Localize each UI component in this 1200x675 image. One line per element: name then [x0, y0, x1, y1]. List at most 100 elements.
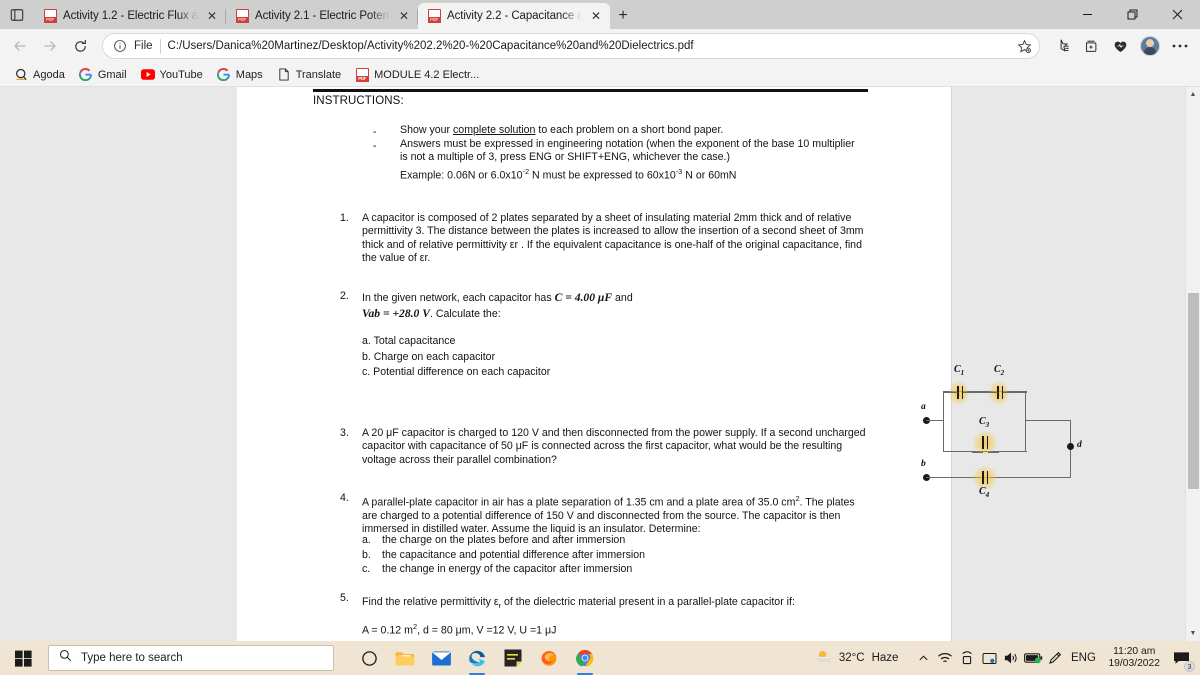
wifi-icon[interactable]: [934, 645, 956, 671]
language-indicator[interactable]: ENG: [1066, 645, 1100, 671]
nearby-share-icon[interactable]: [956, 645, 978, 671]
header-rule: [313, 88, 868, 92]
terminal-label-b: b: [921, 459, 926, 469]
tab-title: Activity 1.2 - Electric Flux and Ga: [63, 10, 198, 22]
bookmark-youtube[interactable]: YouTube: [135, 66, 209, 84]
favorites-icon[interactable]: [1048, 32, 1076, 60]
collections-icon[interactable]: [1077, 32, 1105, 60]
browser-window: Activity 1.2 - Electric Flux and Ga ✕ Ac…: [0, 0, 1200, 641]
node-d: [1067, 443, 1074, 450]
problem-4-number: 4.: [340, 492, 349, 504]
avatar[interactable]: [1140, 36, 1160, 56]
vertical-scrollbar[interactable]: ▲ ▼: [1185, 87, 1200, 641]
translate-icon: [277, 68, 291, 82]
c3-plate-left: [982, 436, 984, 449]
capacitance-value: C = 4.00 μF: [554, 291, 613, 304]
terminal-label-a: a: [921, 402, 926, 412]
bookmark-translate[interactable]: Translate: [271, 66, 347, 84]
gmail-icon: [79, 68, 93, 82]
reload-icon[interactable]: [66, 32, 94, 60]
system-tray: 32°C Haze ENG 11:20 am 19/03/2022 3: [815, 645, 1200, 672]
bookmark-module-4-2[interactable]: MODULE 4.2 Electr...: [349, 66, 485, 84]
omnibox-divider: [159, 38, 161, 54]
cortana-icon[interactable]: [356, 645, 382, 671]
c4-plate-left: [982, 471, 984, 484]
firefox-icon[interactable]: [536, 645, 562, 671]
c3-lead-right: [988, 451, 999, 453]
bullet-marker: -: [373, 140, 377, 152]
bookmark-agoda[interactable]: Agoda: [8, 66, 71, 84]
bookmark-label: YouTube: [159, 68, 203, 81]
browser-tab-3-active[interactable]: Activity 2.2 - Capacitance and Di ✕: [418, 3, 610, 29]
capacitor-label-c4: C4: [979, 486, 990, 499]
minimize-button[interactable]: [1065, 0, 1110, 29]
battery-icon[interactable]: [1022, 645, 1044, 671]
c3-lead-left: [972, 451, 983, 453]
show-hidden-icons-chevron-up-icon[interactable]: [912, 645, 934, 671]
browser-tab-1[interactable]: Activity 1.2 - Electric Flux and Ga ✕: [34, 3, 226, 29]
problem-1-text: A capacitor is composed of 2 plates sepa…: [362, 212, 864, 265]
pdf-icon: [355, 67, 369, 82]
chrome-icon[interactable]: [572, 645, 598, 675]
volume-icon[interactable]: [1000, 645, 1022, 671]
new-tab-button[interactable]: +: [610, 3, 636, 29]
back-icon[interactable]: [6, 32, 34, 60]
tab-search-icon[interactable]: [0, 0, 34, 29]
browser-tab-2[interactable]: Activity 2.1 - Electric Potential.pd ✕: [226, 3, 418, 29]
weather-icon: [815, 649, 832, 667]
weather-condition: Haze: [871, 652, 899, 664]
pdf-icon: [427, 9, 441, 23]
problem-1-number: 1.: [340, 212, 349, 224]
bookmarks-bar: Agoda Gmail YouTube Maps Translate PDF M…: [0, 63, 1200, 87]
instructions-heading: INSTRUCTIONS:: [313, 95, 404, 107]
taskbar-clock[interactable]: 11:20 am 19/03/2022: [1100, 646, 1168, 671]
browser-essentials-icon[interactable]: [1106, 32, 1134, 60]
start-button[interactable]: [0, 641, 46, 675]
info-circle-icon: [113, 39, 127, 53]
pdf-page-content: INSTRUCTIONS: - Show your complete solut…: [237, 87, 1082, 641]
maps-icon: [217, 68, 231, 82]
voltage-value: Vab = +28.0 V: [362, 307, 430, 320]
add-favorite-icon[interactable]: [1013, 35, 1035, 57]
close-icon[interactable]: ✕: [588, 8, 604, 24]
terminal-label-d: d: [1077, 440, 1082, 450]
edge-icon[interactable]: [464, 645, 490, 675]
notification-center-icon[interactable]: 3: [1168, 645, 1195, 672]
address-bar[interactable]: File C:/Users/Danica%20Martinez/Desktop/…: [102, 33, 1040, 59]
address-bar-url: C:/Users/Danica%20Martinez/Desktop/Activ…: [167, 40, 694, 52]
scroll-down-arrow[interactable]: ▼: [1186, 626, 1200, 641]
more-options-icon[interactable]: [1166, 32, 1194, 60]
close-button[interactable]: [1155, 0, 1200, 29]
youtube-icon: [140, 68, 155, 82]
bullet-marker: -: [373, 126, 377, 138]
capacitor-label-c2: C2: [994, 364, 1005, 377]
wire-a-lead: [926, 420, 944, 422]
forward-icon[interactable]: [36, 32, 64, 60]
mail-icon[interactable]: [428, 645, 454, 671]
scrollbar-thumb[interactable]: [1188, 293, 1199, 489]
maximize-restore-button[interactable]: [1110, 0, 1155, 29]
complete-solution-underline: complete solution: [453, 124, 536, 136]
c3-plate-right: [986, 436, 989, 449]
problem-3-text: A 20 μF capacitor is charged to 120 V an…: [362, 427, 866, 466]
onedrive-sync-icon[interactable]: [978, 645, 1000, 671]
clock-date: 19/03/2022: [1108, 658, 1160, 669]
pdf-icon: [235, 9, 249, 23]
bookmark-gmail[interactable]: Gmail: [73, 66, 133, 84]
problem-2-intro: In the given network, each capacitor has…: [362, 291, 633, 320]
close-icon[interactable]: ✕: [396, 8, 412, 24]
sticky-notes-icon[interactable]: [500, 645, 526, 671]
search-input[interactable]: Type here to search: [48, 645, 334, 671]
pen-icon[interactable]: [1044, 645, 1066, 671]
problem-2-sublist: a. Total capacitance b. Charge on each c…: [362, 335, 551, 378]
bookmark-maps[interactable]: Maps: [211, 66, 269, 84]
notification-badge: 3: [1184, 661, 1195, 672]
close-icon[interactable]: ✕: [204, 8, 220, 24]
bookmark-label: MODULE 4.2 Electr...: [374, 68, 480, 81]
scroll-up-arrow[interactable]: ▲: [1186, 87, 1200, 102]
problem-5-number: 5.: [340, 592, 349, 604]
file-explorer-icon[interactable]: [392, 645, 418, 671]
bullet-1-text: Show your complete solution to each prob…: [400, 124, 724, 136]
bookmark-label: Maps: [235, 68, 263, 81]
weather-widget[interactable]: 32°C Haze: [815, 649, 899, 667]
